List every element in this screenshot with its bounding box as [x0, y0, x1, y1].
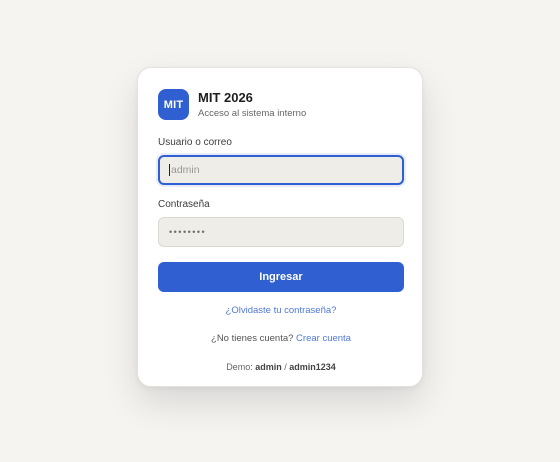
brand-header: MIT MIT 2026 Acceso al sistema interno	[158, 89, 402, 120]
brand-text: MIT 2026 Acceso al sistema interno	[198, 90, 306, 120]
demo-password: admin1234	[289, 362, 336, 372]
forgot-password-link[interactable]: ¿Olvidaste tu contraseña?	[158, 305, 404, 317]
create-account-link[interactable]: Crear cuenta	[296, 333, 351, 344]
demo-separator: /	[284, 362, 287, 372]
demo-user: admin	[255, 362, 282, 372]
login-card: MIT MIT 2026 Acceso al sistema interno U…	[137, 67, 423, 387]
demo-prefix: Demo:	[226, 362, 253, 372]
app-title: MIT 2026	[198, 89, 253, 105]
password-masked-value: ••••••••	[169, 227, 207, 237]
demo-credentials: Demo: admin / admin1234	[158, 361, 404, 373]
text-caret	[169, 164, 170, 176]
password-label: Contraseña	[158, 199, 210, 210]
app-logo: MIT	[158, 89, 189, 120]
signup-row: ¿No tienes cuenta? Crear cuenta	[158, 333, 404, 345]
username-label: Usuario o correo	[158, 137, 232, 148]
login-button[interactable]: Ingresar	[158, 262, 404, 292]
app-subtitle: Acceso al sistema interno	[198, 107, 307, 119]
username-placeholder: admin	[171, 164, 200, 176]
username-input[interactable]: admin	[158, 155, 404, 185]
password-input[interactable]: ••••••••	[158, 217, 404, 247]
no-account-text: ¿No tienes cuenta?	[211, 333, 294, 344]
